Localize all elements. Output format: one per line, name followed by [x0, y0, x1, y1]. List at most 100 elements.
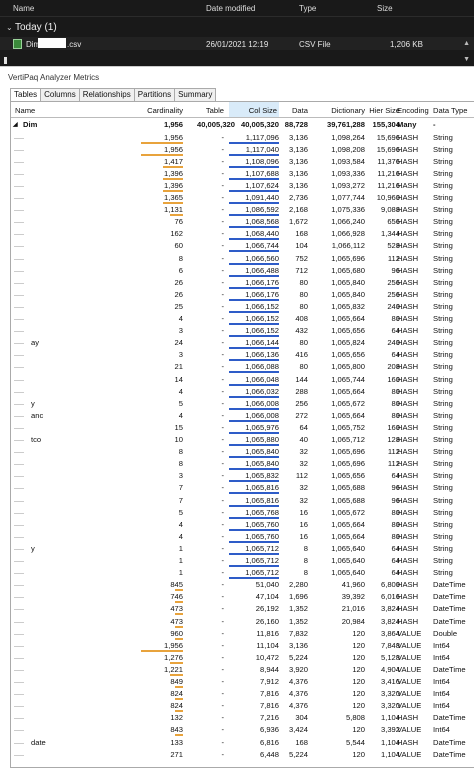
group-today[interactable]: ⌄ Today (1)	[6, 22, 57, 33]
column-row[interactable]: 746-47,104 1,696 39,392 6,016 HASH DateTime	[11, 591, 474, 604]
data-type-value: String	[433, 338, 453, 348]
column-row[interactable]: 1,221-8,944 3,920 120 4,904 VALUE DateTime	[11, 664, 474, 676]
cardinality-value: 7	[178, 483, 183, 493]
column-row[interactable]: 473-26,192 1,352 21,016 3,824 HASH DateTime	[11, 603, 474, 616]
header-dictionary[interactable]: Dictionary	[331, 106, 365, 115]
header-data-type[interactable]: Data Type	[433, 106, 467, 115]
column-row[interactable]: 4-1,065,760 16 1,065,664 80 HASH String	[11, 531, 474, 543]
column-row[interactable]: 3-1,066,136 416 1,065,656 64 HASH String	[11, 349, 474, 362]
column-row[interactable]: 60-1,066,744 104 1,066,112 528 HASH String	[11, 240, 474, 253]
col-header-type[interactable]: Type	[299, 4, 316, 13]
col-header-size[interactable]: Size	[377, 4, 393, 13]
column-row[interactable]: anc 4-1,066,008 272 1,065,664 80 HASH String	[11, 410, 474, 422]
column-row[interactable]: 1,131-1,086,592 2,168 1,075,336 9,088 HASH St…	[11, 204, 474, 217]
scroll-up-icon[interactable]: ▲	[463, 40, 470, 47]
header-name[interactable]: Name	[15, 106, 35, 115]
column-row[interactable]: 824-7,816 4,376 120 3,320 VALUE Int64	[11, 688, 474, 701]
header-encoding[interactable]: Encoding	[397, 106, 429, 115]
table-name: Dim	[23, 120, 38, 129]
encoding-value: HASH	[397, 568, 419, 578]
data-type-value: Int64	[433, 701, 450, 711]
column-row[interactable]: 3-1,066,152 432 1,065,656 64 HASH String	[11, 325, 474, 338]
column-row[interactable]: 25-1,066,152 80 1,065,832 240 HASH String	[11, 301, 474, 313]
column-row[interactable]: 15-1,065,976 64 1,065,752 160 HASH String	[11, 422, 474, 434]
cardinality-value: 60	[174, 241, 183, 251]
header-data[interactable]: Data	[292, 106, 308, 115]
column-row[interactable]: 14-1,066,048 144 1,065,744 160 HASH String	[11, 374, 474, 386]
column-row[interactable]: 132-7,216 304 5,808 1,104 HASH DateTime	[11, 712, 474, 724]
column-row[interactable]: 1,396-1,107,688 3,136 1,093,336 11,216 HASH S…	[11, 168, 474, 180]
column-row[interactable]: 1,396-1,107,624 3,136 1,093,272 11,216 HASH S…	[11, 180, 474, 192]
tab-relationships[interactable]: Relationships	[78, 88, 135, 101]
column-row[interactable]: y 5-1,066,008 256 1,065,672 80 HASH String	[11, 398, 474, 410]
column-row[interactable]: 21-1,066,088 80 1,065,800 208 HASH String	[11, 361, 474, 374]
tab-columns[interactable]: Columns	[40, 88, 80, 101]
header-cardinality[interactable]: Cardinality	[147, 106, 183, 115]
column-row[interactable]: 8-1,065,840 32 1,065,696 112 HASH String	[11, 458, 474, 471]
column-row[interactable]: 76-1,068,568 1,672 1,066,240 656 HASH String	[11, 216, 474, 229]
column-row[interactable]: 162-1,068,440 168 1,066,928 1,344 HASH String	[11, 228, 474, 241]
tree-line	[14, 355, 24, 357]
tab-tables[interactable]: Tables	[10, 88, 42, 102]
column-row[interactable]: 1,365-1,091,440 2,736 1,077,744 10,960 HASH S…	[11, 192, 474, 205]
header-table[interactable]: Table	[206, 106, 224, 115]
column-row[interactable]: 4-1,066,152 408 1,065,664 80 HASH String	[11, 313, 474, 326]
col-header-date-modified[interactable]: Date modified	[206, 4, 255, 13]
data-type-value: String	[433, 422, 453, 432]
data-type-value: String	[433, 265, 453, 275]
dictionary-size-value: 120	[352, 749, 365, 759]
dictionary-size-value: 120	[352, 725, 365, 735]
scroll-down-icon[interactable]: ▼	[463, 56, 470, 63]
collapse-icon[interactable]: ◢	[13, 121, 18, 128]
data-size-value: 1,696	[288, 592, 308, 602]
horizontal-scrollbar[interactable]	[4, 57, 7, 64]
table-size-value: -	[221, 713, 224, 723]
column-row[interactable]: 824-7,816 4,376 120 3,320 VALUE Int64	[11, 700, 474, 713]
header-hier-size[interactable]: Hier Size	[369, 106, 400, 115]
table-total-row[interactable]: ◢ Dim 1,956 40,005,320 40,005,320 88,728…	[11, 119, 474, 131]
column-row[interactable]: 1,956-1,117,096 3,136 1,098,264 15,696 HASH S…	[11, 132, 474, 144]
encoding-value: HASH	[397, 156, 419, 166]
tab-partitions[interactable]: Partitions	[133, 88, 176, 101]
column-row[interactable]: 4-1,065,760 16 1,065,664 80 HASH String	[11, 519, 474, 531]
column-row[interactable]: 271-6,448 5,224 120 1,104 VALUE DateTime	[11, 749, 474, 761]
column-row[interactable]: 1,417-1,108,096 3,136 1,093,584 11,376 HASH S…	[11, 156, 474, 168]
col-header-name[interactable]: Name	[13, 4, 34, 13]
column-row[interactable]: 7-1,065,816 32 1,065,688 96 HASH String	[11, 495, 474, 507]
column-row[interactable]: 845-51,040 2,280 41,960 6,800 HASH DateTime	[11, 579, 474, 592]
column-row[interactable]: date 133-6,816 168 5,544 1,104 HASH DateTime	[11, 737, 474, 749]
data-size-value: 3,136	[288, 640, 308, 650]
header-col-size[interactable]: Col Size	[229, 102, 279, 117]
encoding-value: HASH	[397, 132, 419, 142]
column-row[interactable]: tco 10-1,065,880 40 1,065,712 128 HASH String	[11, 434, 474, 447]
column-row[interactable]: 473-26,160 1,352 20,984 3,824 HASH DateTime	[11, 616, 474, 628]
data-type-value: String	[433, 193, 453, 202]
column-row[interactable]: 1-1,065,712 8 1,065,640 64 HASH String	[11, 567, 474, 580]
column-row[interactable]: 6-1,066,488 712 1,065,680 96 HASH String	[11, 265, 474, 277]
column-row[interactable]: 849-7,912 4,376 120 3,416 VALUE Int64	[11, 676, 474, 689]
data-size-value: 5,224	[288, 749, 308, 759]
column-row[interactable]: 1,956-11,104 3,136 120 7,848 VALUE Int64	[11, 640, 474, 652]
column-row[interactable]: 1,956-1,117,040 3,136 1,098,208 15,696 HASH S…	[11, 144, 474, 156]
column-row[interactable]: 7-1,065,816 32 1,065,688 96 HASH String	[11, 482, 474, 495]
column-row[interactable]: ay 24-1,066,144 80 1,065,824 240 HASH String	[11, 337, 474, 350]
column-row[interactable]: 26-1,066,176 80 1,065,840 256 HASH String	[11, 277, 474, 289]
tab-summary[interactable]: Summary	[174, 88, 217, 101]
column-row[interactable]: 4-1,066,032 288 1,065,664 80 HASH String	[11, 386, 474, 398]
column-row[interactable]: 1,276-10,472 5,224 120 5,128 VALUE Int64	[11, 652, 474, 664]
column-row[interactable]: 26-1,066,176 80 1,065,840 256 HASH String	[11, 289, 474, 301]
data-type-value: String	[433, 410, 453, 420]
column-row[interactable]: 8-1,065,840 32 1,065,696 112 HASH String	[11, 446, 474, 459]
data-size-value: 32	[299, 447, 308, 457]
column-row[interactable]: 960-11,816 7,832 120 3,864 VALUE Double	[11, 628, 474, 640]
file-row[interactable]: Dim .csv 26/01/2021 12:19 CSV File 1,206…	[0, 37, 474, 50]
tree-line	[14, 585, 24, 587]
column-row[interactable]: 5-1,065,768 16 1,065,672 80 HASH String	[11, 507, 474, 519]
column-row[interactable]: 8-1,066,560 752 1,065,696 112 HASH String	[11, 253, 474, 265]
tree-line	[14, 669, 24, 671]
column-row[interactable]: 1-1,065,712 8 1,065,640 64 HASH String	[11, 555, 474, 568]
column-row[interactable]: 3-1,065,832 112 1,065,656 64 HASH String	[11, 470, 474, 483]
column-row[interactable]: y 1-1,065,712 8 1,065,640 64 HASH String	[11, 543, 474, 555]
column-row[interactable]: 843-6,936 3,424 120 3,392 VALUE Int64	[11, 724, 474, 737]
tree-line	[14, 488, 24, 490]
